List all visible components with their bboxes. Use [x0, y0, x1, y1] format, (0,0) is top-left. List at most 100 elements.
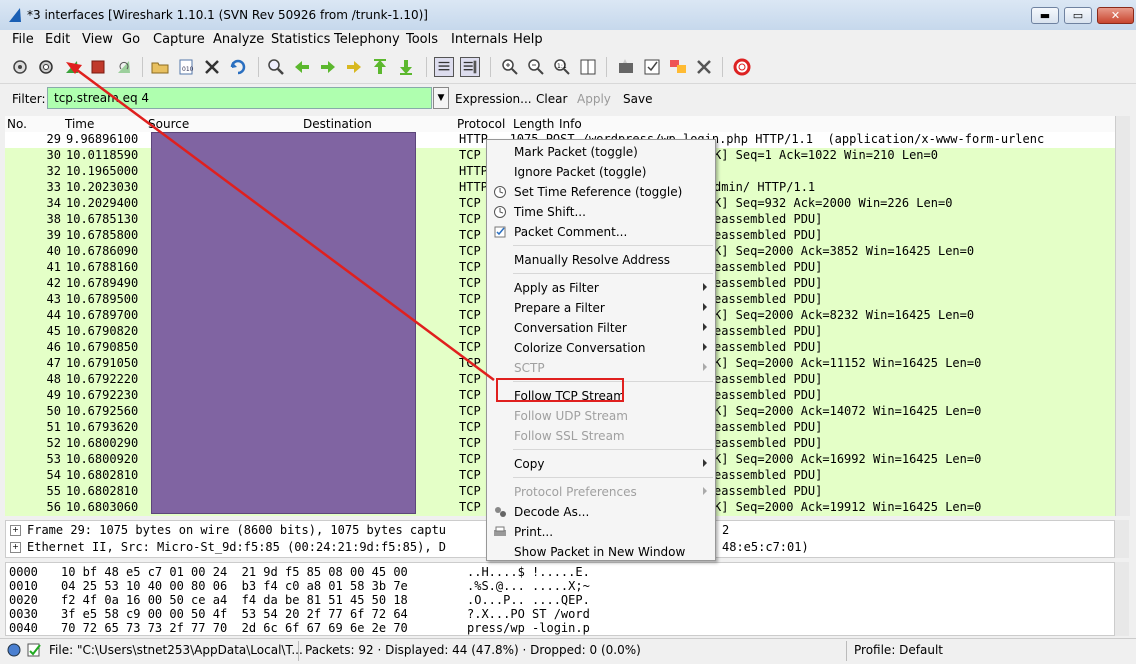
close-button[interactable]: ✕: [1097, 7, 1134, 24]
menu-file[interactable]: File: [12, 32, 34, 47]
context-item-follow-udp-stream[interactable]: Follow UDP Stream: [487, 406, 715, 426]
context-item-apply-as-filter[interactable]: Apply as Filter: [487, 278, 715, 298]
start-capture-icon[interactable]: [62, 57, 82, 77]
context-item-protocol-preferences[interactable]: Protocol Preferences: [487, 482, 715, 502]
preferences-icon[interactable]: [694, 57, 714, 77]
context-item-mark-packet-toggle[interactable]: Mark Packet (toggle): [487, 142, 715, 162]
capture-filters-icon[interactable]: [616, 57, 636, 77]
svg-text:010: 010: [182, 66, 194, 73]
expand-icon[interactable]: +: [10, 525, 21, 536]
column-header-destination[interactable]: Destination: [303, 117, 372, 131]
context-item-set-time-reference-toggle[interactable]: Set Time Reference (toggle): [487, 182, 715, 202]
context-item-packet-comment[interactable]: Packet Comment...: [487, 222, 715, 242]
detail-row-frame[interactable]: + Frame 29: 1075 bytes on wire (8600 bits…: [6, 523, 729, 539]
column-header-length[interactable]: Length: [513, 117, 554, 131]
status-file: File: "C:\Users\stnet253\AppData\Local\T…: [49, 643, 303, 657]
bytes-scrollbar[interactable]: [1115, 562, 1129, 636]
filter-bar: Filter: tcp.stream eq 4 ▼ Expression... …: [0, 85, 1136, 113]
menu-internals[interactable]: Internals: [451, 32, 508, 47]
context-item-manually-resolve-address[interactable]: Manually Resolve Address: [487, 250, 715, 270]
go-forward-icon[interactable]: [318, 57, 338, 77]
packet-no: 56: [46, 500, 61, 514]
details-scrollbar[interactable]: [1115, 520, 1129, 558]
menu-go[interactable]: Go: [122, 32, 140, 47]
context-item-conversation-filter[interactable]: Conversation Filter: [487, 318, 715, 338]
context-item-follow-ssl-stream[interactable]: Follow SSL Stream: [487, 426, 715, 446]
packet-no: 46: [46, 340, 61, 354]
context-item-time-shift[interactable]: Time Shift...: [487, 202, 715, 222]
packet-protocol: HTTP: [459, 180, 488, 194]
menu-edit[interactable]: Edit: [45, 32, 70, 47]
packet-time: 10.6788160: [66, 260, 139, 274]
coloring-rules-icon[interactable]: [668, 57, 688, 77]
open-file-icon[interactable]: [150, 57, 170, 77]
context-item-prepare-a-filter[interactable]: Prepare a Filter: [487, 298, 715, 318]
toolbar-separator: [258, 57, 259, 77]
filter-dropdown-button[interactable]: ▼: [433, 87, 449, 109]
go-back-icon[interactable]: [292, 57, 312, 77]
column-header-info[interactable]: Info: [559, 117, 582, 131]
display-filters-icon[interactable]: [642, 57, 662, 77]
close-file-icon[interactable]: [202, 57, 222, 77]
stop-capture-icon[interactable]: [88, 57, 108, 77]
go-first-icon[interactable]: [370, 57, 390, 77]
save-filter-button[interactable]: Save: [623, 92, 652, 106]
submenu-arrow-icon: [703, 283, 707, 291]
expert-info-icon[interactable]: [7, 643, 21, 657]
find-icon[interactable]: [266, 57, 286, 77]
interfaces-icon[interactable]: [10, 57, 30, 77]
packet-info: eassembled PDU]: [714, 276, 823, 290]
capture-comment-icon[interactable]: [26, 642, 42, 658]
menu-statistics[interactable]: Statistics: [271, 32, 330, 47]
menu-tools[interactable]: Tools: [406, 32, 438, 47]
menu-analyze[interactable]: Analyze: [213, 32, 264, 47]
menu-telephony[interactable]: Telephony: [334, 32, 400, 47]
column-header-protocol[interactable]: Protocol: [457, 117, 505, 131]
expression-button[interactable]: Expression...: [455, 92, 532, 106]
go-last-icon[interactable]: [396, 57, 416, 77]
zoom-in-icon[interactable]: [500, 57, 520, 77]
restart-capture-icon[interactable]: [114, 57, 134, 77]
context-item-label: Conversation Filter: [514, 321, 627, 335]
reload-icon[interactable]: [228, 57, 248, 77]
apply-button[interactable]: Apply: [577, 92, 611, 106]
autoscroll-icon[interactable]: [460, 57, 480, 77]
packet-no: 42: [46, 276, 61, 290]
column-header-time[interactable]: Time: [65, 117, 94, 131]
context-item-print[interactable]: Print...: [487, 522, 715, 542]
context-item-colorize-conversation[interactable]: Colorize Conversation: [487, 338, 715, 358]
status-profile[interactable]: Profile: Default: [854, 643, 943, 657]
byte-off: 0020: [9, 593, 38, 607]
menu-view[interactable]: View: [82, 32, 113, 47]
column-header-source[interactable]: Source: [148, 117, 189, 131]
context-item-show-packet-in-new-window[interactable]: Show Packet in New Window: [487, 542, 715, 562]
filter-input[interactable]: tcp.stream eq 4: [47, 87, 432, 109]
resize-columns-icon[interactable]: [578, 57, 598, 77]
packet-time: 10.6789490: [66, 276, 139, 290]
go-to-packet-icon[interactable]: [344, 57, 364, 77]
packet-list-scrollbar[interactable]: [1115, 116, 1130, 516]
clear-button[interactable]: Clear: [536, 92, 567, 106]
help-icon[interactable]: [732, 57, 752, 77]
packet-time: 10.6791050: [66, 356, 139, 370]
context-item-ignore-packet-toggle[interactable]: Ignore Packet (toggle): [487, 162, 715, 182]
context-item-copy[interactable]: Copy: [487, 454, 715, 474]
options-icon[interactable]: [36, 57, 56, 77]
zoom-out-icon[interactable]: [526, 57, 546, 77]
colorize-icon[interactable]: [434, 57, 454, 77]
context-item-decode-as[interactable]: Decode As...: [487, 502, 715, 522]
zoom-normal-icon[interactable]: 1:1: [552, 57, 572, 77]
packet-time: 10.6803060: [66, 500, 139, 514]
save-file-icon[interactable]: 010: [176, 57, 196, 77]
packet-no: 54: [46, 468, 61, 482]
byte-ascii: hp HTTP/ 1.1..Hos: [467, 635, 590, 636]
context-item-sctp[interactable]: SCTP: [487, 358, 715, 378]
packet-time: 10.2029400: [66, 196, 139, 210]
detail-row-ethernet[interactable]: + Ethernet II, Src: Micro-St_9d:f5:85 (00…: [6, 540, 809, 556]
maximize-button[interactable]: ▭: [1064, 7, 1092, 24]
expand-icon[interactable]: +: [10, 542, 21, 553]
menu-capture[interactable]: Capture: [153, 32, 205, 47]
minimize-button[interactable]: ▬: [1031, 7, 1059, 24]
column-header-no[interactable]: No.: [7, 117, 27, 131]
menu-help[interactable]: Help: [513, 32, 543, 47]
